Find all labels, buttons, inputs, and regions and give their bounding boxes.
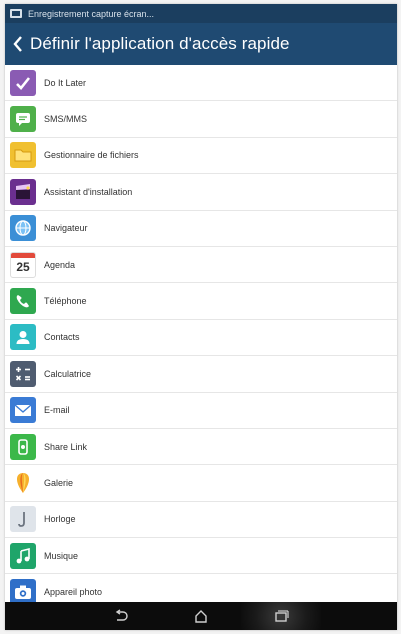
list-item-label: SMS/MMS <box>44 114 88 125</box>
list-item-contacts[interactable]: Contacts <box>5 320 397 357</box>
music-icon <box>10 542 36 569</box>
list-item-clock[interactable]: Horloge <box>5 502 397 539</box>
list-item-label: Horloge <box>44 514 76 525</box>
clock-icon <box>10 506 36 533</box>
list-item-label: Appareil photo <box>44 587 103 598</box>
message-icon <box>10 106 36 133</box>
list-item-label: Share Link <box>44 441 88 452</box>
list-item-label: Agenda <box>44 259 76 270</box>
list-item-browser[interactable]: Navigateur <box>5 211 397 247</box>
list-item-music[interactable]: Musique <box>5 538 397 575</box>
list-item-label: Contacts <box>44 332 80 343</box>
chevron-left-icon <box>13 36 22 52</box>
app-list: Do It Later SMS/MMS Gestionnaire de fich… <box>5 65 397 611</box>
clapperboard-icon <box>10 178 36 205</box>
nav-back-button[interactable] <box>81 602 161 630</box>
list-item-phone[interactable]: Téléphone <box>5 283 397 320</box>
list-item-share-link[interactable]: Share Link <box>5 429 397 466</box>
list-item-calculator[interactable]: Calculatrice <box>5 356 397 393</box>
list-item-label: Téléphone <box>44 296 87 307</box>
status-notification-text: Enregistrement capture écran... <box>28 8 155 19</box>
phone-icon <box>10 288 36 315</box>
list-item-setup-wizard[interactable]: Assistant d'installation <box>5 174 397 211</box>
back-icon <box>115 609 128 621</box>
calendar-icon: 25 <box>10 251 36 278</box>
status-bar: Enregistrement capture écran... <box>5 4 397 23</box>
recents-icon <box>275 610 289 622</box>
list-item-label: Musique <box>44 550 79 561</box>
list-item-file-manager[interactable]: Gestionnaire de fichiers <box>5 138 397 175</box>
app-bar: Définir l'application d'accès rapide <box>5 23 397 65</box>
list-item-label: Navigateur <box>44 223 88 234</box>
list-item-label: Gestionnaire de fichiers <box>44 150 139 161</box>
calculator-icon <box>10 360 36 387</box>
list-item-email[interactable]: E-mail <box>5 393 397 429</box>
navigation-bar <box>5 602 397 630</box>
list-item-do-it-later[interactable]: Do It Later <box>5 65 397 102</box>
screen-record-icon <box>10 9 22 18</box>
list-item-label: Do It Later <box>44 77 87 88</box>
nav-home-button[interactable] <box>161 602 241 630</box>
globe-icon <box>10 215 36 242</box>
list-item-label: Calculatrice <box>44 368 92 379</box>
checkmark-icon <box>10 69 36 96</box>
share-link-icon <box>10 433 36 460</box>
list-item-sms-mms[interactable]: SMS/MMS <box>5 101 397 138</box>
list-item-label: E-mail <box>44 405 70 416</box>
phone-screen: Enregistrement capture écran... Définir … <box>5 4 397 630</box>
list-item-label: Assistant d'installation <box>44 186 133 197</box>
gallery-icon <box>10 470 36 496</box>
nav-recents-button[interactable] <box>241 602 321 630</box>
page-title: Définir l'application d'accès rapide <box>30 34 290 53</box>
calendar-day: 25 <box>16 259 30 274</box>
list-item-label: Galerie <box>44 477 74 488</box>
list-item-calendar[interactable]: 25 Agenda <box>5 247 397 284</box>
list-item-gallery[interactable]: Galerie <box>5 465 397 502</box>
back-button[interactable] <box>8 23 28 65</box>
folder-icon <box>10 142 36 169</box>
home-icon <box>195 610 207 623</box>
contact-icon <box>10 324 36 351</box>
mail-icon <box>10 397 36 424</box>
